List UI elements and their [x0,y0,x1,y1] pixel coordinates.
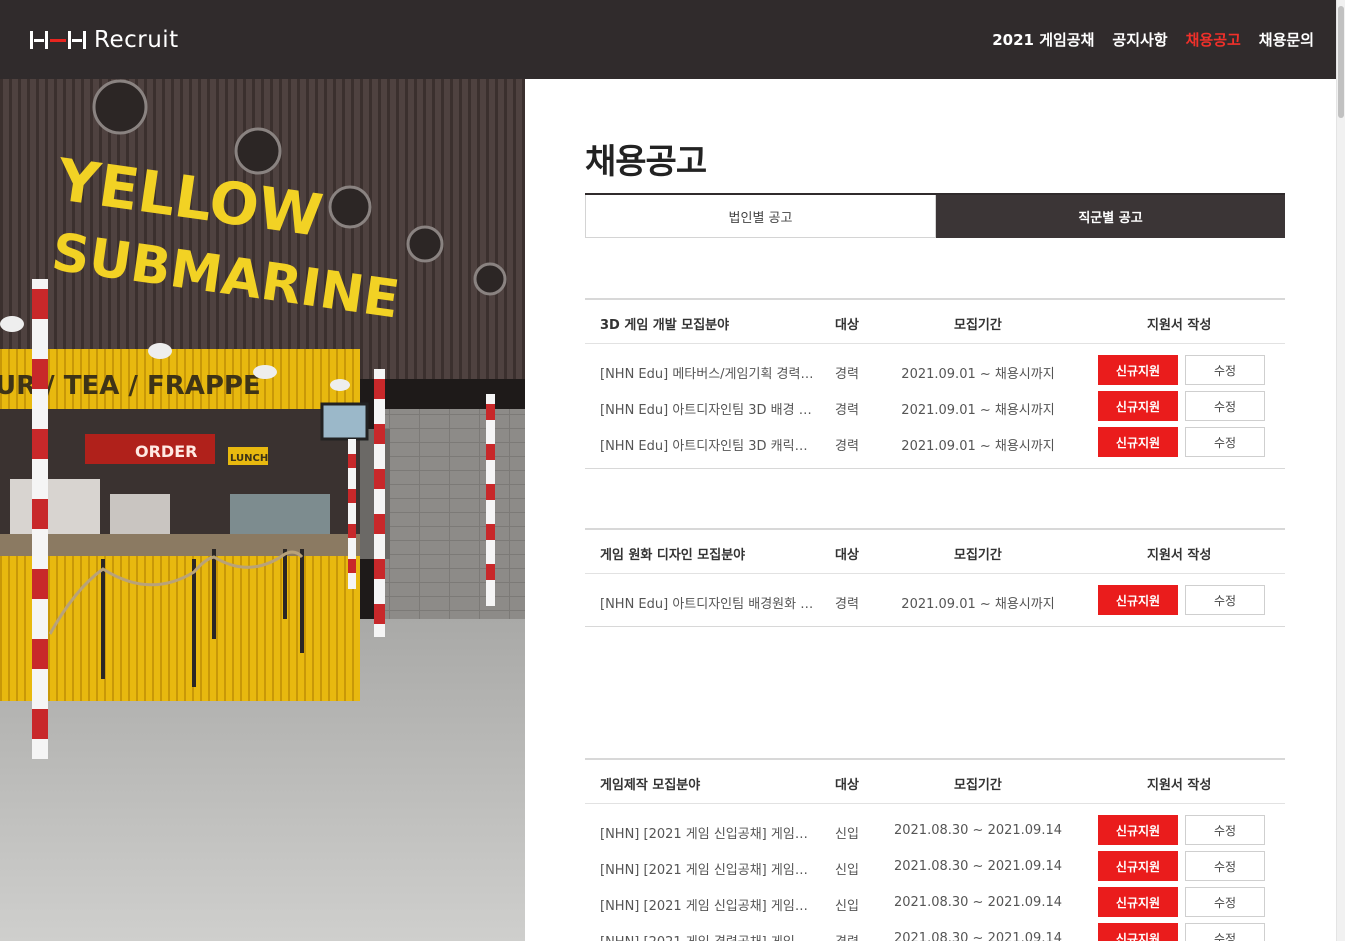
column-apply: 지원서 작성 [1147,778,1212,793]
column-target: 대상 [835,318,859,333]
job-period: 2021.09.01 ~ 채용시까지 [901,597,1055,612]
section-title: 3D 게임 개발 모집분야 [600,318,730,333]
edit-button[interactable]: 수정 [1185,427,1265,457]
column-apply: 지원서 작성 [1147,318,1212,333]
page-scrollbar[interactable] [1336,0,1345,941]
new-apply-button[interactable]: 신규지원 [1098,923,1178,941]
job-row: [NHN Edu] 아트디자인팀 3D 캐릭터 모델러 경력 2021.09.0… [585,426,1285,462]
order-sign-text: ORDER [135,442,197,461]
job-target: 신입 [835,863,859,878]
job-period: 2021.08.30 ~ 2021.09.14 [893,895,1063,910]
job-row: [NHN] [2021 게임 신입공채] 게임기획 신입 2021.08.30 … [585,850,1285,886]
edit-button[interactable]: 수정 [1185,923,1265,941]
edit-button[interactable]: 수정 [1185,585,1265,615]
job-period: 2021.09.01 ~ 채용시까지 [901,403,1055,418]
job-period: 2021.08.30 ~ 2021.09.14 [893,931,1063,941]
job-target: 신입 [835,827,859,842]
page-title: 채용공고 [585,142,707,182]
tab-by-job-group[interactable]: 직군별 공고 [936,195,1285,238]
nav-job-postings[interactable]: 채용공고 [1186,29,1241,50]
section-header: 게임 원화 디자인 모집분야 대상 모집기간 지원서 작성 [585,530,1285,574]
column-period: 모집기간 [954,778,1002,793]
job-title[interactable]: [NHN] [2021 게임 신입공채] 게임기획 [600,859,815,878]
edit-button[interactable]: 수정 [1185,355,1265,385]
job-row: [NHN Edu] 아트디자인팀 배경원화 디자이너 경력 2021.09.01… [585,584,1285,620]
office-cafe-photo: YELLOW SUBMARINE UR / TEA / FRAPPE ORDER… [0,79,525,941]
job-target: 경력 [835,597,859,612]
new-apply-button[interactable]: 신규지원 [1098,815,1178,845]
main-nav: 2021 게임공채 공지사항 채용공고 채용문의 [992,29,1314,50]
lunch-sign-text: LUNCH [230,453,268,464]
column-period: 모집기간 [954,548,1002,563]
section-game-art-design: 게임 원화 디자인 모집분야 대상 모집기간 지원서 작성 [NHN Edu] … [585,528,1285,627]
section-header: 게임제작 모집분야 대상 모집기간 지원서 작성 [585,760,1285,804]
column-target: 대상 [835,548,859,563]
nav-game-recruit[interactable]: 2021 게임공채 [992,29,1094,50]
job-period: 2021.09.01 ~ 채용시까지 [901,439,1055,454]
new-apply-button[interactable]: 신규지원 [1098,391,1178,421]
section-title: 게임 원화 디자인 모집분야 [600,548,746,563]
job-title[interactable]: [NHN Edu] 메타버스/게임기획 경력직 채용 [600,363,815,382]
job-title[interactable]: [NHN Edu] 아트디자인팀 배경원화 디자이너 [600,593,815,612]
job-title[interactable]: [NHN Edu] 아트디자인팀 3D 배경 모델러 [600,399,815,418]
job-target: 경력 [835,403,859,418]
section-3d-game-dev: 3D 게임 개발 모집분야 대상 모집기간 지원서 작성 [NHN Edu] 메… [585,298,1285,469]
new-apply-button[interactable]: 신규지원 [1098,355,1178,385]
edit-button[interactable]: 수정 [1185,887,1265,917]
section-title: 게임제작 모집분야 [600,778,701,793]
job-row: [NHN] [2021 게임 신입공채] 게임개발 신입 2021.08.30 … [585,814,1285,850]
nhn-logo-mark [30,30,86,50]
job-title[interactable]: [NHN] [2021 게임 경력공채] 게임개발 [600,931,815,941]
edit-button[interactable]: 수정 [1185,851,1265,881]
top-header: Recruit 2021 게임공채 공지사항 채용공고 채용문의 [0,0,1336,79]
new-apply-button[interactable]: 신규지원 [1098,887,1178,917]
new-apply-button[interactable]: 신규지원 [1098,585,1178,615]
nav-contact[interactable]: 채용문의 [1259,29,1314,50]
nav-notice[interactable]: 공지사항 [1112,29,1167,50]
job-target: 경력 [835,931,859,941]
nhn-recruit-logo[interactable]: Recruit [30,26,179,54]
job-title[interactable]: [NHN] [2021 게임 신입공채] 게임개발 [600,823,815,842]
job-row: [NHN] [2021 게임 경력공채] 게임개발 경력 2021.08.30 … [585,922,1285,941]
job-title[interactable]: [NHN] [2021 게임 신입공채] 게임아트 [600,895,815,914]
job-target: 경력 [835,367,859,382]
job-target: 경력 [835,439,859,454]
job-period: 2021.08.30 ~ 2021.09.14 [893,859,1063,874]
job-period: 2021.08.30 ~ 2021.09.14 [893,823,1063,838]
new-apply-button[interactable]: 신규지원 [1098,851,1178,881]
edit-button[interactable]: 수정 [1185,391,1265,421]
section-header: 3D 게임 개발 모집분야 대상 모집기간 지원서 작성 [585,300,1285,344]
column-apply: 지원서 작성 [1147,548,1212,563]
tab-by-company[interactable]: 법인별 공고 [585,195,936,238]
job-row: [NHN] [2021 게임 신입공채] 게임아트 신입 2021.08.30 … [585,886,1285,922]
scrollbar-thumb[interactable] [1338,6,1344,118]
job-title[interactable]: [NHN Edu] 아트디자인팀 3D 캐릭터 모델러 [600,435,815,454]
posting-tabs: 법인별 공고 직군별 공고 [585,193,1285,238]
new-apply-button[interactable]: 신규지원 [1098,427,1178,457]
job-row: [NHN Edu] 메타버스/게임기획 경력직 채용 경력 2021.09.01… [585,354,1285,390]
section-game-production: 게임제작 모집분야 대상 모집기간 지원서 작성 [NHN] [2021 게임 … [585,758,1285,941]
edit-button[interactable]: 수정 [1185,815,1265,845]
column-target: 대상 [835,778,859,793]
logo-text: Recruit [94,27,179,53]
job-row: [NHN Edu] 아트디자인팀 3D 배경 모델러 경력 2021.09.01… [585,390,1285,426]
job-period: 2021.09.01 ~ 채용시까지 [901,367,1055,382]
column-period: 모집기간 [954,318,1002,333]
job-target: 신입 [835,899,859,914]
